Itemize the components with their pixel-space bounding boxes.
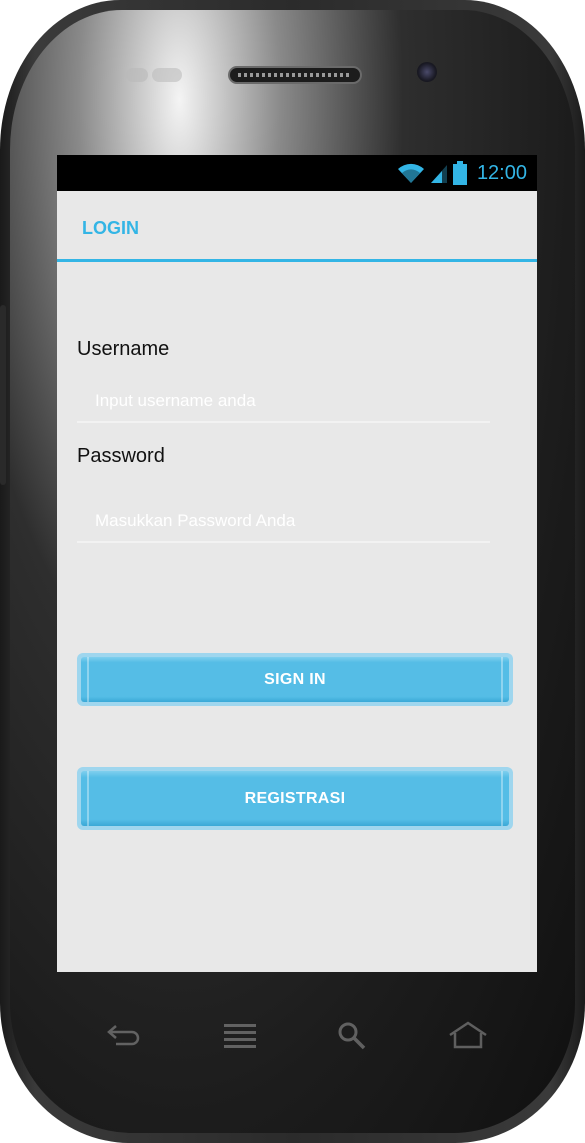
volume-key[interactable] [0,305,6,485]
sign-in-button-label: SIGN IN [81,657,509,702]
signal-icon [430,165,447,183]
password-label: Password [77,445,165,467]
register-button-label: REGISTRASI [81,771,509,826]
earpiece-speaker [228,66,362,84]
screen: 12:00 LOGIN Username Password SIGN IN RE… [57,155,537,972]
page-title: LOGIN [82,218,139,238]
search-icon[interactable] [336,1020,368,1052]
username-input[interactable] [77,381,490,421]
battery-icon [452,161,467,185]
username-label: Username [77,338,170,360]
front-camera [417,62,437,82]
light-sensor [152,68,182,82]
back-icon[interactable] [106,1020,142,1048]
action-bar: LOGIN [57,191,537,262]
username-field [77,381,490,423]
home-icon[interactable] [446,1020,490,1050]
status-icons: 12:00 [397,161,527,185]
password-input[interactable] [77,501,490,541]
sign-in-button[interactable]: SIGN IN [77,653,513,706]
wifi-icon [397,163,424,183]
status-bar: 12:00 [57,155,537,191]
register-button[interactable]: REGISTRASI [77,767,513,830]
menu-icon[interactable] [222,1022,258,1054]
status-time: 12:00 [476,161,527,184]
proximity-sensor [126,68,148,82]
password-field [77,501,490,543]
